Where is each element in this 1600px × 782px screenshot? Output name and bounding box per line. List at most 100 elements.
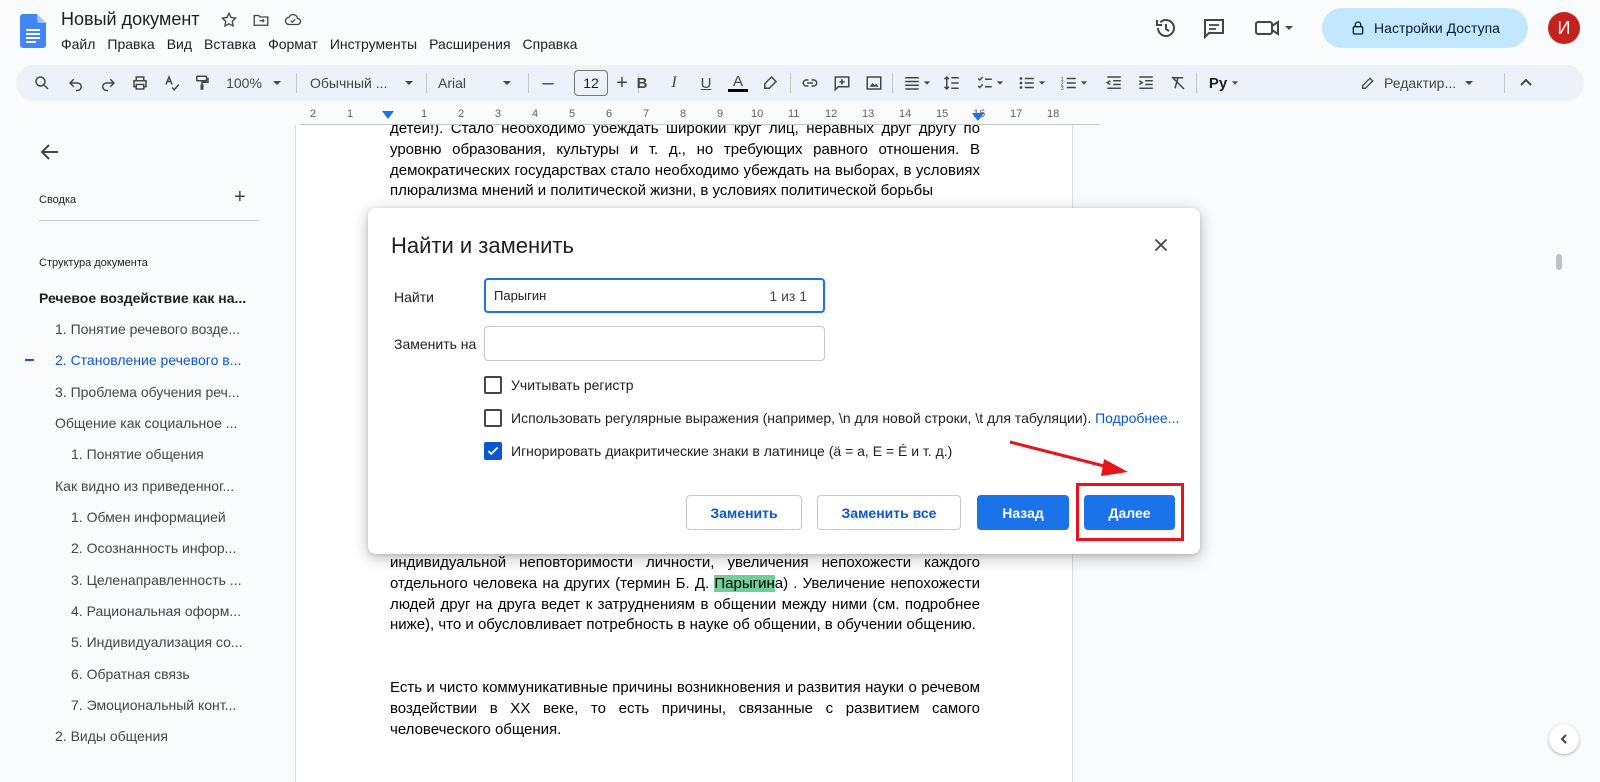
add-summary-icon[interactable]: + xyxy=(234,186,246,209)
learn-more-link[interactable]: Подробнее... xyxy=(1095,410,1179,426)
move-folder-icon[interactable] xyxy=(250,9,272,31)
ruler-number: 6 xyxy=(606,108,613,120)
font-size-input[interactable]: 12 xyxy=(574,70,608,96)
match-case-checkbox[interactable] xyxy=(484,376,502,394)
back-arrow-icon[interactable] xyxy=(38,140,62,164)
outline-item[interactable]: 2. Осознанность инфор... xyxy=(71,540,251,556)
decrease-font-size-icon[interactable]: – xyxy=(536,71,560,95)
editing-mode-select[interactable]: Редактир... xyxy=(1360,71,1480,95)
replace-all-button[interactable]: Заменить все xyxy=(817,495,961,530)
checklist-icon xyxy=(977,76,992,89)
chevron-up-icon[interactable] xyxy=(1514,71,1538,95)
star-icon[interactable] xyxy=(218,9,240,31)
font-value: Arial xyxy=(438,75,467,91)
document-title[interactable]: Новый документ xyxy=(61,9,200,30)
close-icon[interactable] xyxy=(1150,234,1172,256)
increase-indent-icon[interactable] xyxy=(1134,71,1158,95)
underline-icon[interactable]: U xyxy=(694,71,718,95)
scrollbar-thumb[interactable] xyxy=(1556,254,1562,270)
decrease-indent-icon[interactable] xyxy=(1102,71,1126,95)
outline-item[interactable]: 3. Целенаправленность ... xyxy=(71,572,251,588)
insert-image-icon[interactable] xyxy=(862,71,886,95)
outline-item[interactable]: 1. Понятие общения xyxy=(71,446,251,462)
outline-item[interactable]: 6. Обратная связь xyxy=(71,666,251,682)
checklist-select[interactable] xyxy=(972,71,1008,95)
avatar[interactable]: И xyxy=(1548,12,1580,44)
ruler-number: 18 xyxy=(1047,108,1060,120)
outline-item[interactable]: Как видно из приведенног... xyxy=(55,478,251,494)
replace-input[interactable] xyxy=(484,326,825,361)
left-indent-marker[interactable] xyxy=(382,111,394,119)
highlight-color-icon[interactable] xyxy=(758,71,782,95)
outline-item[interactable]: Речевое воздействие как на... xyxy=(39,290,251,306)
replace-label: Заменить на xyxy=(394,336,477,352)
regex-checkbox[interactable] xyxy=(484,409,502,427)
paragraph-style-select[interactable]: Обычный ... xyxy=(310,71,414,95)
menu-insert[interactable]: Вставка xyxy=(204,36,268,52)
menu-format[interactable]: Формат xyxy=(268,36,330,52)
docs-logo-icon[interactable] xyxy=(20,14,46,48)
match-case-option[interactable]: Учитывать регистр xyxy=(484,376,634,394)
print-icon[interactable] xyxy=(128,71,152,95)
share-button[interactable]: Настройки Доступа xyxy=(1322,8,1528,48)
outline-item[interactable]: 1. Понятие речевого возде... xyxy=(55,321,251,337)
regex-option[interactable]: Использовать регулярные выражения (напри… xyxy=(484,409,1179,427)
paint-format-icon[interactable] xyxy=(190,71,214,95)
font-select[interactable]: Arial xyxy=(438,71,512,95)
text-color-icon[interactable]: A xyxy=(726,71,750,95)
undo-icon[interactable] xyxy=(64,71,88,95)
numbered-list-icon: 123 xyxy=(1061,77,1076,92)
zoom-select[interactable]: 100% xyxy=(222,71,286,95)
add-comment-icon[interactable] xyxy=(830,71,854,95)
previous-button[interactable]: Назад xyxy=(977,495,1069,530)
side-panel-toggle-icon[interactable] xyxy=(1549,724,1579,754)
find-input[interactable]: Парыгин 1 из 1 xyxy=(484,278,825,313)
ruler-number: 12 xyxy=(825,108,838,120)
numbered-list-select[interactable]: 123 xyxy=(1056,71,1092,95)
outline-heading: Структура документа xyxy=(39,257,148,269)
outline-item[interactable]: 7. Эмоциональный конт... xyxy=(71,697,251,713)
divider xyxy=(892,73,893,93)
insert-link-icon[interactable] xyxy=(798,71,822,95)
cloud-saved-icon[interactable] xyxy=(282,9,304,31)
horizontal-ruler[interactable]: 2 1 1 2 3 4 5 6 7 8 9 10 11 12 13 14 15 … xyxy=(300,105,1100,125)
outline-item[interactable]: 1. Обмен информацией xyxy=(71,509,251,525)
align-select[interactable] xyxy=(900,71,934,95)
outline-item[interactable]: 5. Индивидуализация со... xyxy=(71,634,251,650)
outline-item[interactable]: 2. Виды общения xyxy=(55,728,251,744)
history-icon[interactable] xyxy=(1152,14,1180,42)
spellcheck-icon[interactable] xyxy=(160,71,184,95)
input-tools-select[interactable]: Pу xyxy=(1204,71,1244,95)
ignore-diacritics-option[interactable]: Игнорировать диакритические знаки в лати… xyxy=(484,442,952,460)
outline-item[interactable]: 3. Проблема обучения реч... xyxy=(55,384,251,400)
zoom-value: 100% xyxy=(226,75,262,91)
ignore-diacritics-checkbox[interactable] xyxy=(484,442,502,460)
replace-button[interactable]: Заменить xyxy=(686,495,802,530)
right-indent-marker[interactable] xyxy=(972,113,984,121)
outline-item[interactable]: 4. Рациональная оформ... xyxy=(71,603,251,619)
editing-mode-value: Редактир... xyxy=(1384,75,1457,91)
find-input-value: Парыгин xyxy=(494,288,547,303)
comments-icon[interactable] xyxy=(1200,14,1228,42)
menu-file[interactable]: Файл xyxy=(61,36,107,52)
menu-edit[interactable]: Правка xyxy=(107,36,166,52)
meet-icon[interactable] xyxy=(1254,14,1298,42)
ruler-number: 14 xyxy=(899,108,912,120)
search-match-highlight: Парыгин xyxy=(714,574,775,592)
bulleted-list-select[interactable] xyxy=(1014,71,1050,95)
search-menus-icon[interactable] xyxy=(30,71,54,95)
find-label: Найти xyxy=(394,289,434,305)
ruler-number: 1 xyxy=(347,108,354,120)
menu-tools[interactable]: Инструменты xyxy=(330,36,429,52)
bold-icon[interactable]: B xyxy=(630,71,654,95)
italic-icon[interactable]: I xyxy=(662,71,686,95)
outline-item[interactable]: Общение как социальное ... xyxy=(55,415,251,431)
menu-view[interactable]: Вид xyxy=(167,36,204,52)
redo-icon[interactable] xyxy=(96,71,120,95)
outline-item-active[interactable]: 2. Становление речевого в... xyxy=(55,352,251,368)
menu-help[interactable]: Справка xyxy=(523,36,590,52)
menu-extensions[interactable]: Расширения xyxy=(429,36,522,52)
ruler-number: 7 xyxy=(643,108,650,120)
clear-formatting-icon[interactable] xyxy=(1166,71,1190,95)
line-spacing-icon[interactable] xyxy=(940,71,964,95)
